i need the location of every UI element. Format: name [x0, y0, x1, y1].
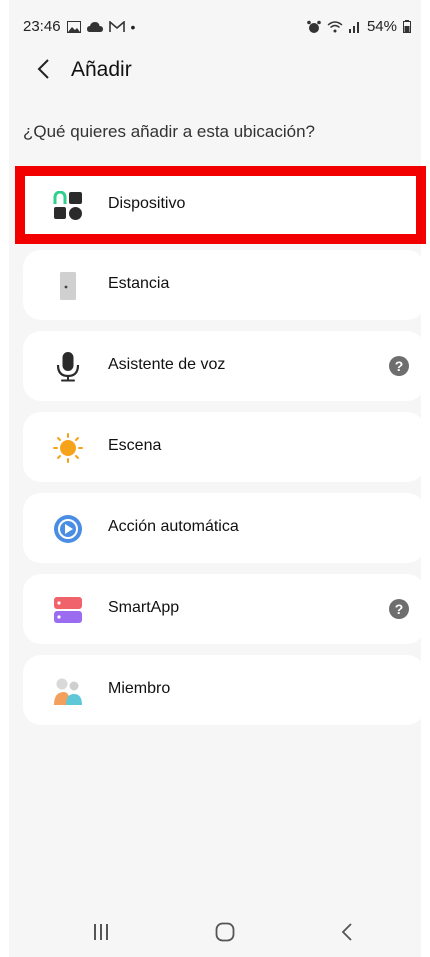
- battery-percent: 54%: [366, 18, 397, 35]
- members-icon: [54, 678, 82, 705]
- gallery-icon: [66, 20, 81, 33]
- system-nav-bar: [9, 905, 421, 957]
- room-door-icon: [60, 272, 76, 300]
- item-label: Asistente de voz: [108, 356, 226, 373]
- recents-icon: [94, 924, 108, 940]
- chevron-left-icon: [37, 59, 49, 79]
- status-right: 54%: [307, 18, 411, 35]
- sun-scene-icon: [53, 433, 83, 463]
- add-voice-assistant-item[interactable]: Asistente de voz ?: [23, 331, 425, 401]
- item-label: SmartApp: [108, 599, 180, 616]
- battery-icon: [403, 20, 411, 33]
- add-smartapp-item[interactable]: SmartApp ?: [23, 574, 425, 644]
- wifi-icon: [327, 20, 343, 32]
- help-icon[interactable]: ?: [389, 356, 409, 376]
- item-label: Acción automática: [108, 518, 239, 535]
- app-bar: Añadir: [9, 52, 421, 90]
- mail-icon: [108, 20, 125, 32]
- devices-icon: [53, 191, 82, 220]
- item-label: Miembro: [108, 680, 171, 697]
- back-button[interactable]: [29, 54, 57, 84]
- page-title: Añadir: [71, 58, 132, 81]
- add-scene-item[interactable]: Escena: [23, 412, 425, 482]
- item-label: Estancia: [108, 275, 170, 292]
- screen: 23:46 • 54% Añadir ¿Qué quieres añadir a…: [9, 0, 426, 957]
- question-text: ¿Qué quieres añadir a esta ubicación?: [23, 122, 316, 141]
- signal-icon: [348, 21, 359, 33]
- add-device-item[interactable]: Dispositivo: [23, 170, 425, 240]
- add-room-item[interactable]: Estancia: [23, 250, 425, 320]
- add-automation-item[interactable]: Acción automática: [23, 493, 425, 563]
- help-icon[interactable]: ?: [389, 599, 409, 619]
- status-left: 23:46 •: [23, 18, 135, 35]
- cloud-icon: [86, 21, 103, 32]
- nav-back-button[interactable]: [327, 917, 367, 947]
- item-label: Escena: [108, 437, 162, 454]
- automation-play-icon: [54, 515, 82, 543]
- item-label: Dispositivo: [108, 195, 186, 212]
- back-arrow-icon: [341, 923, 352, 941]
- status-time: 23:46: [23, 18, 61, 35]
- add-member-item[interactable]: Miembro: [23, 655, 425, 725]
- home-button[interactable]: [205, 917, 245, 947]
- dot-icon: •: [130, 18, 136, 35]
- smartapp-icon: [54, 597, 82, 623]
- home-icon: [215, 922, 235, 942]
- recent-apps-button[interactable]: [81, 917, 121, 947]
- status-bar: 23:46 • 54%: [9, 0, 421, 52]
- microphone-icon: [56, 352, 80, 382]
- alarm-icon: [307, 20, 321, 33]
